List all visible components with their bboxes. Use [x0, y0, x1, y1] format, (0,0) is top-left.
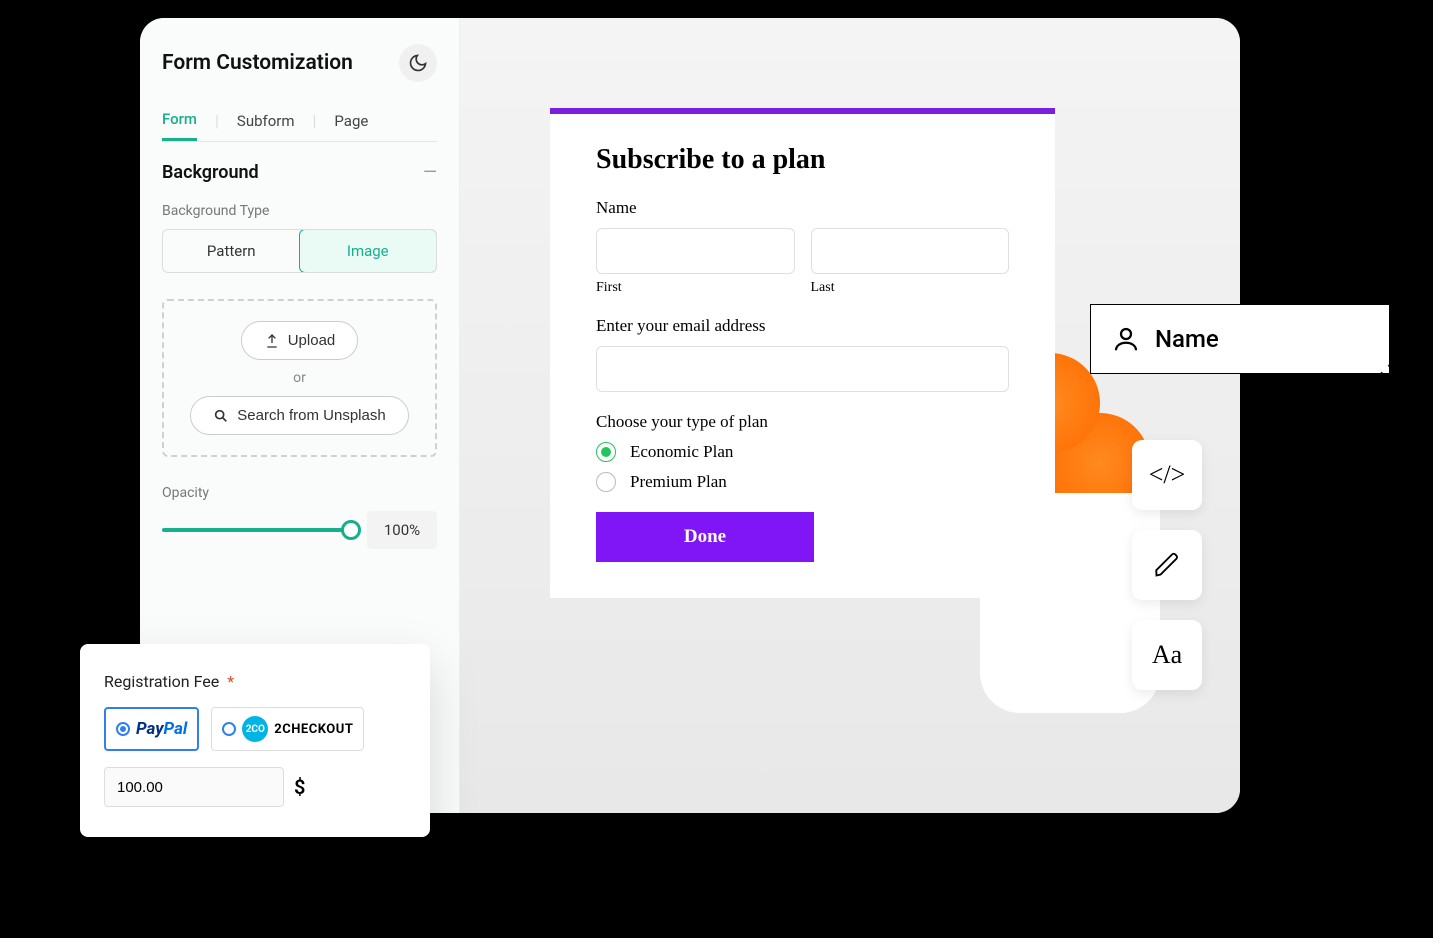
- payment-option-2checkout[interactable]: 2CO 2CHECKOUT: [211, 707, 364, 751]
- upload-button[interactable]: Upload: [241, 321, 359, 360]
- plan-option-premium[interactable]: Premium Plan: [596, 472, 1009, 492]
- person-icon: [1111, 324, 1141, 354]
- tab-form[interactable]: Form: [162, 100, 197, 141]
- opacity-label: Opacity: [162, 485, 437, 501]
- radio-selected-icon: [116, 722, 130, 736]
- tab-divider: |: [215, 111, 219, 130]
- done-button[interactable]: Done: [596, 512, 814, 562]
- paypal-logo: PayPal: [136, 719, 187, 739]
- sidebar-header: Form Customization: [162, 44, 437, 82]
- opacity-slider[interactable]: [162, 528, 353, 532]
- last-name-input[interactable]: [811, 228, 1010, 274]
- bg-type-label: Background Type: [162, 203, 437, 219]
- section-title: Background: [162, 162, 259, 183]
- email-field: Enter your email address: [596, 316, 1009, 392]
- search-icon: [213, 408, 229, 424]
- code-icon: </>: [1149, 460, 1186, 490]
- payment-option-paypal[interactable]: PayPal: [104, 707, 199, 751]
- amount-row: $: [104, 767, 406, 807]
- theme-toggle-button[interactable]: [399, 44, 437, 82]
- tool-column: </> Aa: [1132, 440, 1202, 690]
- slider-knob[interactable]: [341, 520, 361, 540]
- draggable-field-label: Name: [1155, 325, 1219, 353]
- email-label: Enter your email address: [596, 316, 1009, 336]
- amount-input[interactable]: [104, 767, 284, 807]
- tab-subform[interactable]: Subform: [237, 102, 295, 140]
- payment-title-row: Registration Fee *: [104, 672, 406, 691]
- opacity-value: 100%: [367, 511, 437, 549]
- 2checkout-label: 2CHECKOUT: [274, 722, 353, 737]
- unsplash-label: Search from Unsplash: [237, 407, 385, 424]
- plan-option-label: Premium Plan: [630, 472, 727, 492]
- tab-divider: |: [313, 111, 317, 130]
- text-icon: Aa: [1152, 640, 1182, 670]
- sidebar-title: Form Customization: [162, 51, 353, 75]
- bg-type-pattern[interactable]: Pattern: [163, 230, 300, 272]
- payment-title: Registration Fee: [104, 672, 219, 691]
- first-sub-label: First: [596, 280, 795, 296]
- collapse-section-button[interactable]: —: [423, 162, 437, 183]
- required-asterisk: *: [227, 672, 234, 691]
- payment-options: PayPal 2CO 2CHECKOUT: [104, 707, 406, 751]
- sidebar-tabs: Form | Subform | Page: [162, 100, 437, 142]
- plan-field: Choose your type of plan Economic Plan P…: [596, 412, 1009, 492]
- first-name-input[interactable]: [596, 228, 795, 274]
- 2checkout-badge-icon: 2CO: [242, 716, 268, 742]
- section-header: Background —: [162, 162, 437, 183]
- moon-icon: [408, 53, 428, 73]
- unsplash-button[interactable]: Search from Unsplash: [190, 396, 408, 435]
- code-tool-button[interactable]: </>: [1132, 440, 1202, 510]
- payment-card: Registration Fee * PayPal 2CO 2CHECKOUT …: [80, 644, 430, 837]
- plan-label: Choose your type of plan: [596, 412, 1009, 432]
- plan-option-economic[interactable]: Economic Plan: [596, 442, 1009, 462]
- preview-canvas: Subscribe to a plan Name First Last Ente…: [460, 18, 1240, 813]
- plan-option-label: Economic Plan: [630, 442, 733, 462]
- draggable-name-field[interactable]: Name: [1090, 304, 1390, 374]
- bg-type-segmented: Pattern Image: [162, 229, 437, 273]
- form-preview: Subscribe to a plan Name First Last Ente…: [550, 108, 1055, 598]
- email-input[interactable]: [596, 346, 1009, 392]
- upload-label: Upload: [288, 332, 336, 349]
- or-label: or: [184, 370, 415, 386]
- bg-type-image[interactable]: Image: [299, 229, 438, 273]
- text-tool-button[interactable]: Aa: [1132, 620, 1202, 690]
- radio-selected-icon: [596, 442, 616, 462]
- opacity-control: 100%: [162, 511, 437, 549]
- name-label: Name: [596, 198, 1009, 218]
- last-sub-label: Last: [811, 280, 1010, 296]
- radio-unselected-icon: [222, 722, 236, 736]
- upload-area: Upload or Search from Unsplash: [162, 299, 437, 457]
- move-icon: [1375, 359, 1411, 395]
- upload-icon: [264, 333, 280, 349]
- radio-unselected-icon: [596, 472, 616, 492]
- name-field: Name First Last: [596, 198, 1009, 296]
- pencil-icon: [1153, 551, 1181, 579]
- tab-page[interactable]: Page: [334, 102, 368, 140]
- currency-label: $: [294, 775, 305, 799]
- edit-tool-button[interactable]: [1132, 530, 1202, 600]
- form-title: Subscribe to a plan: [596, 144, 1009, 176]
